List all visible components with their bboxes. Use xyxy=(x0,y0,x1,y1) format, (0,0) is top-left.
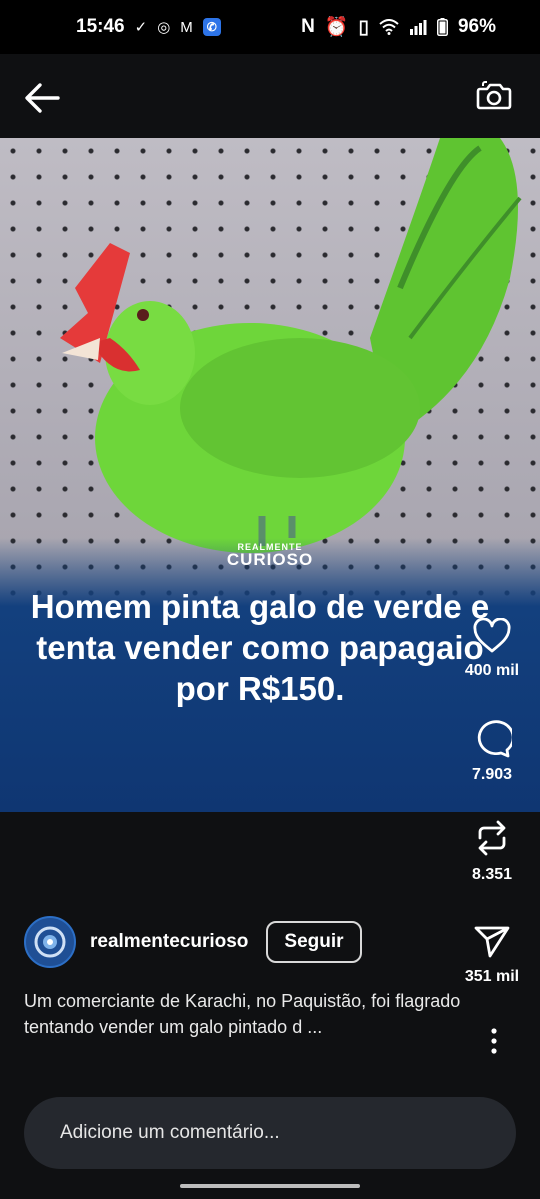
wifi-icon xyxy=(379,19,399,35)
heart-icon xyxy=(473,618,511,653)
gmail-icon: M xyxy=(180,18,193,36)
eye-logo-icon xyxy=(34,926,66,958)
like-count: 400 mil xyxy=(464,662,520,679)
repost-count: 8.351 xyxy=(471,866,513,883)
brand-big-text: CURIOSO xyxy=(226,550,314,569)
brand-logo: REALMENTE CURIOSO xyxy=(0,542,540,570)
repost-button[interactable]: 8.351 xyxy=(460,818,524,884)
follow-button[interactable]: Seguir xyxy=(266,921,362,963)
nfc-icon: N xyxy=(301,16,315,37)
username[interactable]: realmentecurioso xyxy=(90,931,248,953)
instagram-icon: ◎ xyxy=(157,19,171,36)
comment-input[interactable]: Adicione um comentário... xyxy=(24,1097,516,1169)
share-button[interactable]: 351 mil xyxy=(460,922,524,986)
top-bar xyxy=(0,54,540,138)
post-caption[interactable]: Um comerciante de Karachi, no Paquistão,… xyxy=(24,988,464,1040)
alarm-icon: ⏰ xyxy=(324,17,349,38)
phone-icon: ✆ xyxy=(202,18,221,36)
vibrate-icon: ▯ xyxy=(358,16,369,38)
more-options-icon[interactable] xyxy=(484,1026,504,1056)
signal-icon xyxy=(409,20,427,35)
like-button[interactable]: 400 mil xyxy=(460,618,524,680)
status-right: N ⏰ ▯ 96% xyxy=(301,15,496,39)
send-icon xyxy=(474,926,510,958)
status-left: 15:46 ✓ ◎ M ✆ xyxy=(76,16,221,38)
post-headline: Homem pinta galo de verde e tenta vender… xyxy=(30,588,490,707)
home-indicator[interactable] xyxy=(180,1184,360,1188)
avatar[interactable] xyxy=(24,916,76,968)
check-circle-icon: ✓ xyxy=(134,19,148,36)
repost-icon xyxy=(478,820,506,856)
share-count: 351 mil xyxy=(464,968,520,985)
profile-row: realmentecurioso Seguir xyxy=(24,916,362,968)
camera-icon[interactable] xyxy=(474,76,514,116)
clock: 15:46 xyxy=(76,16,125,37)
comment-button[interactable]: 7.903 xyxy=(460,720,524,784)
post-media[interactable]: REALMENTE CURIOSO Homem pinta galo de ve… xyxy=(0,138,540,812)
battery-level: 96% xyxy=(457,16,496,37)
comment-count: 7.903 xyxy=(471,766,513,783)
comment-bubble-icon xyxy=(477,720,512,758)
battery-icon xyxy=(436,18,448,36)
status-bar: 15:46 ✓ ◎ M ✆ N ⏰ ▯ 96% xyxy=(0,0,540,54)
back-arrow-icon[interactable] xyxy=(20,78,64,118)
comment-placeholder: Adicione um comentário... xyxy=(60,1122,280,1143)
